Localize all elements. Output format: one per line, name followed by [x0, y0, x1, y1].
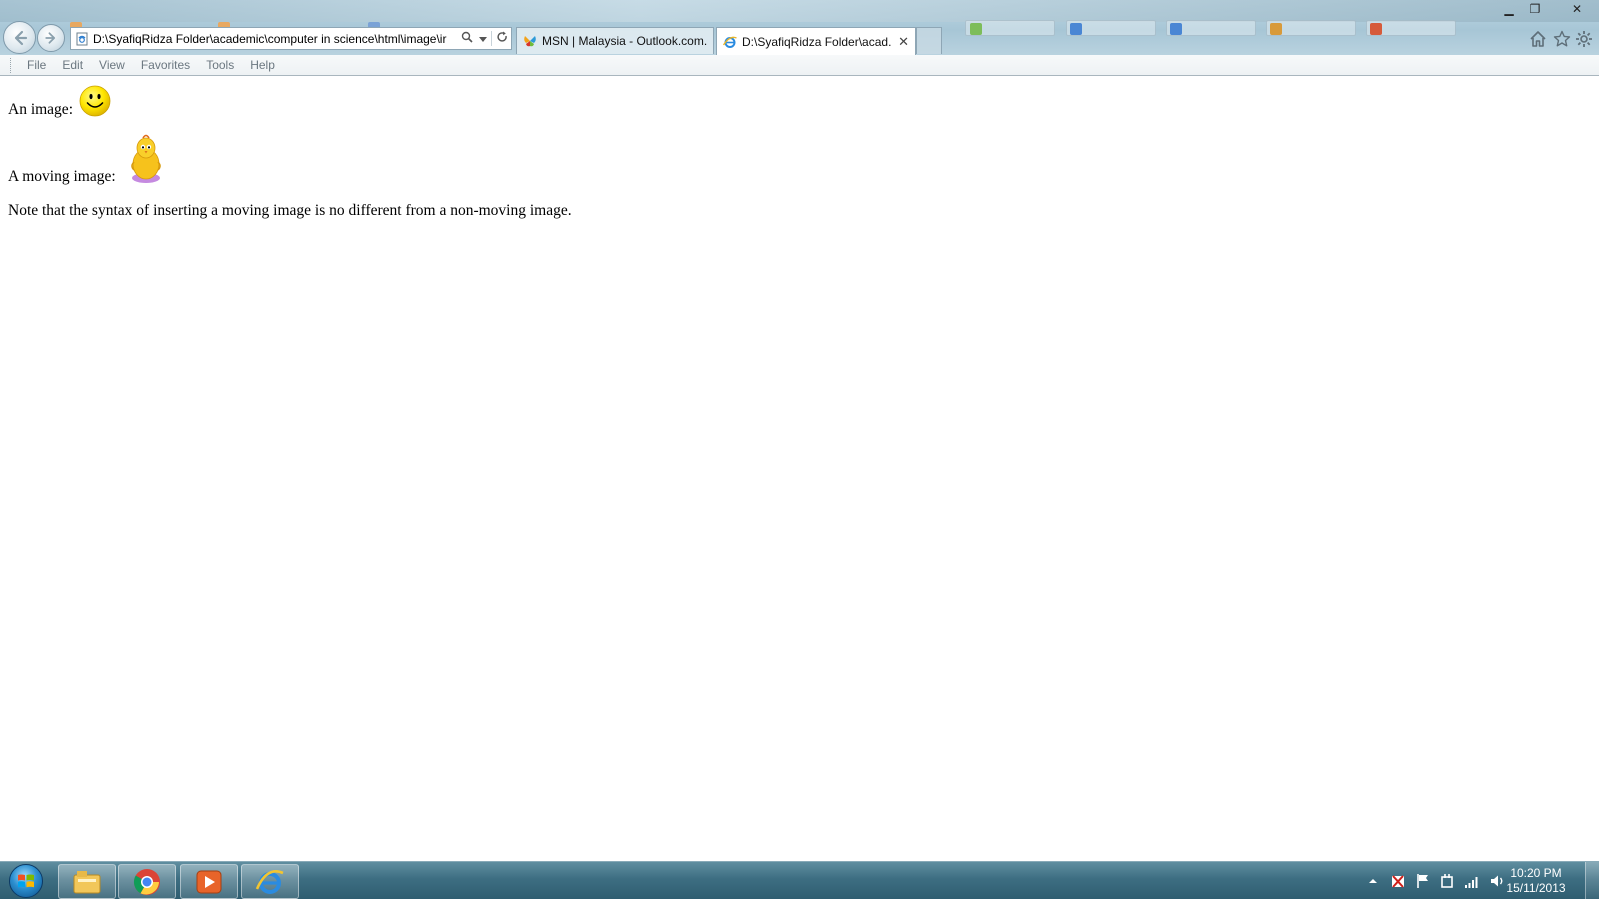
power-icon[interactable]: [1440, 873, 1454, 889]
toolbar-grip: [10, 57, 13, 73]
tab-label: MSN | Malaysia - Outlook.com...: [542, 34, 707, 48]
clock-date: 15/11/2013: [1506, 881, 1566, 895]
forward-button[interactable]: [37, 24, 65, 52]
tab-label: D:\SyafiqRidza Folder\acad...: [742, 34, 893, 49]
windows-explorer-icon: [73, 870, 101, 893]
menu-edit[interactable]: Edit: [54, 58, 91, 72]
chrome-icon: [133, 868, 160, 895]
taskbar-explorer-button[interactable]: [58, 864, 116, 899]
back-arrow-icon: [14, 30, 27, 45]
show-desktop-button[interactable]: [1585, 862, 1599, 899]
moving-image-label: A moving image:: [8, 168, 116, 185]
system-tray: [1368, 862, 1506, 899]
menu-file[interactable]: File: [19, 58, 54, 72]
menu-tools[interactable]: Tools: [198, 58, 242, 72]
tab-local-file[interactable]: D:\SyafiqRidza Folder\acad... ✕: [716, 27, 916, 55]
address-url[interactable]: D:\SyafiqRidza Folder\academic\computer …: [93, 32, 459, 46]
taskbar-chrome-button[interactable]: [118, 864, 176, 899]
page-file-icon: [76, 32, 88, 45]
moving-image-line: A moving image:: [8, 168, 116, 186]
refresh-icon[interactable]: [491, 31, 511, 46]
new-tab-button[interactable]: [916, 27, 942, 54]
restore-button[interactable]: ❐: [1522, 0, 1548, 18]
titlebar-background: [0, 0, 1599, 22]
msn-butterfly-icon: [524, 36, 536, 47]
media-player-icon: [196, 870, 222, 893]
tools-gear-icon[interactable]: [1573, 28, 1595, 50]
animated-chick-image: [131, 134, 161, 183]
search-icon[interactable]: [459, 31, 475, 46]
taskbar-media-player-button[interactable]: [180, 864, 238, 899]
browser-titlebar: ▁ ❐ ✕ D:\SyafiqRidza Folder\academic\com…: [0, 0, 1599, 55]
note-paragraph: Note that the syntax of inserting a movi…: [8, 202, 572, 220]
windows-taskbar: 10:20 PM 15/11/2013: [0, 861, 1599, 899]
action-center-flag-icon[interactable]: [1390, 873, 1406, 889]
network-signal-icon[interactable]: [1464, 874, 1480, 888]
favorites-star-icon[interactable]: [1551, 28, 1573, 50]
taskbar-ie-button[interactable]: [241, 864, 299, 899]
tab-msn[interactable]: MSN | Malaysia - Outlook.com...: [516, 27, 714, 54]
blurred-favorite-icon: [1070, 23, 1082, 35]
minimize-button[interactable]: ▁: [1496, 0, 1522, 18]
smiley-face-image: [79, 85, 111, 117]
internet-explorer-icon: [255, 869, 284, 894]
home-icon[interactable]: [1527, 28, 1549, 50]
blurred-favorite-icon: [1370, 23, 1382, 35]
address-bar[interactable]: D:\SyafiqRidza Folder\academic\computer …: [70, 27, 512, 50]
show-hidden-icons-arrow[interactable]: [1368, 876, 1378, 886]
windows-logo-icon: [9, 864, 43, 898]
menu-view[interactable]: View: [91, 58, 133, 72]
clock-time: 10:20 PM: [1510, 866, 1562, 880]
close-tab-icon[interactable]: ✕: [898, 34, 909, 50]
flag-icon[interactable]: [1416, 873, 1430, 889]
blurred-favorite-icon: [1170, 23, 1182, 35]
menu-help[interactable]: Help: [242, 58, 283, 72]
blurred-favorite-icon: [970, 23, 982, 35]
dropdown-arrow-icon[interactable]: [475, 32, 491, 46]
page-content: An image: A moving image: Note that the …: [0, 77, 1599, 861]
back-button[interactable]: [3, 21, 36, 54]
menu-favorites[interactable]: Favorites: [133, 58, 198, 72]
blurred-favorite-icon: [1270, 23, 1282, 35]
image-label: An image:: [8, 101, 73, 118]
ie-page-icon: [723, 36, 737, 48]
menu-bar: File Edit View Favorites Tools Help: [0, 55, 1599, 76]
taskbar-clock[interactable]: 10:20 PM 15/11/2013: [1500, 866, 1572, 896]
note-text: Note that the syntax of inserting a movi…: [8, 202, 572, 219]
forward-arrow-icon: [45, 32, 56, 44]
close-window-button[interactable]: ✕: [1562, 0, 1592, 18]
start-button[interactable]: [4, 863, 48, 899]
image-line: An image:: [8, 101, 73, 119]
